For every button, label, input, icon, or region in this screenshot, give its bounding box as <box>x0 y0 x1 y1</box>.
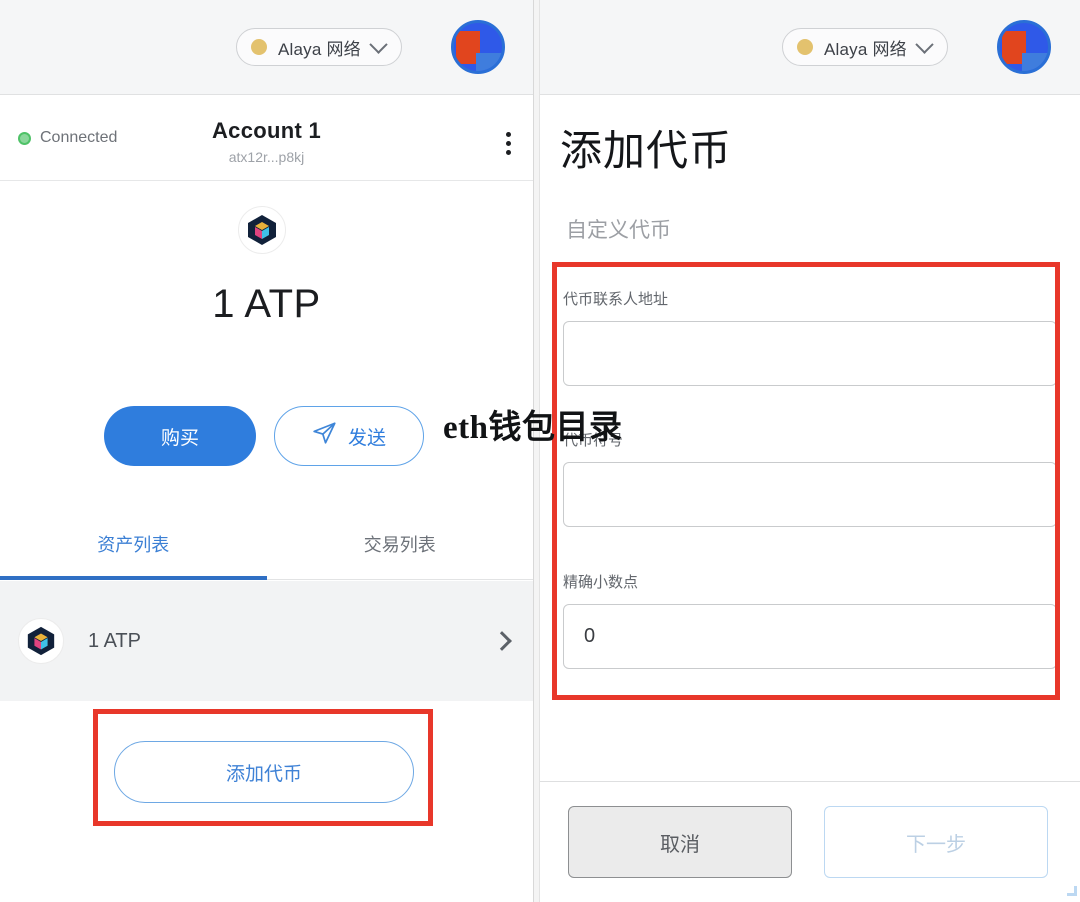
buy-button-label: 购买 <box>160 427 199 449</box>
account-avatar[interactable] <box>451 20 505 74</box>
avatar-shape-blue <box>476 53 502 71</box>
token-symbol-input[interactable] <box>563 462 1057 527</box>
tab-assets-label: 资产列表 <box>97 534 170 555</box>
watermark-text: eth钱包目录 <box>443 410 623 446</box>
paper-plane-icon <box>312 420 338 452</box>
buy-button[interactable]: 购买 <box>104 406 256 466</box>
tab-transactions[interactable]: 交易列表 <box>267 508 534 579</box>
corner-marker-icon <box>1067 886 1077 896</box>
network-status-dot <box>251 39 267 55</box>
token-address-label: 代币联系人地址 <box>563 291 669 308</box>
wallet-tabs: 资产列表 交易列表 <box>0 508 533 580</box>
chevron-down-icon <box>915 34 934 54</box>
network-selector[interactable]: Alaya 网络 <box>236 28 402 66</box>
next-button[interactable]: 下一步 <box>824 806 1048 878</box>
token-address-input[interactable] <box>563 321 1057 386</box>
page-title: 添加代币 <box>560 127 733 174</box>
left-appbar: Alaya 网络 <box>0 0 533 95</box>
network-status-dot <box>797 39 813 55</box>
network-selector[interactable]: Alaya 网络 <box>782 28 948 66</box>
account-name: Account 1 <box>211 118 322 143</box>
send-button-label: 发送 <box>347 427 386 449</box>
account-avatar[interactable] <box>997 20 1051 74</box>
account-strip: Connected Account 1 atx12r...p8kj <box>0 96 533 181</box>
token-decimals-input[interactable] <box>563 604 1057 669</box>
asset-name: 1 ATP <box>88 629 141 652</box>
cancel-button[interactable]: 取消 <box>568 806 792 878</box>
avatar-shape-blue <box>1022 53 1048 71</box>
kebab-dot <box>506 150 511 155</box>
app-window: Alaya 网络 Connected Account 1 atx12r...p8… <box>0 0 1080 902</box>
token-decimals-field: 精确小数点 <box>563 571 1057 669</box>
tab-assets[interactable]: 资产列表 <box>0 508 267 580</box>
wallet-overview-panel: Alaya 网络 Connected Account 1 atx12r...p8… <box>0 0 533 902</box>
cancel-button-label: 取消 <box>660 833 700 856</box>
panel-divider <box>533 0 540 902</box>
page-subtitle: 自定义代币 <box>566 219 671 242</box>
network-label: Alaya 网络 <box>824 39 907 59</box>
send-button[interactable]: 发送 <box>274 406 424 466</box>
account-options-button[interactable] <box>506 132 511 155</box>
chevron-right-icon <box>492 631 512 651</box>
token-address-field: 代币联系人地址 <box>563 288 1057 386</box>
token-symbol-label: 代币符号 <box>563 432 624 449</box>
next-button-label: 下一步 <box>906 833 966 856</box>
atp-token-icon <box>18 618 64 664</box>
right-appbar: Alaya 网络 <box>540 0 1080 95</box>
token-symbol-field: 代币符号 <box>563 429 1057 527</box>
kebab-dot <box>506 132 511 137</box>
footer-divider <box>540 781 1080 782</box>
chevron-down-icon <box>369 34 388 54</box>
network-label: Alaya 网络 <box>278 39 361 59</box>
add-token-button[interactable]: 添加代币 <box>114 741 414 803</box>
token-decimals-label: 精确小数点 <box>563 574 639 591</box>
atp-token-icon <box>238 206 286 254</box>
account-address: atx12r...p8kj <box>228 149 305 165</box>
balance-amount: 1 ATP <box>212 282 321 326</box>
asset-list-item[interactable]: 1 ATP <box>0 581 533 701</box>
kebab-dot <box>506 141 511 146</box>
add-token-button-label: 添加代币 <box>225 763 302 785</box>
tab-transactions-label: 交易列表 <box>363 534 436 555</box>
